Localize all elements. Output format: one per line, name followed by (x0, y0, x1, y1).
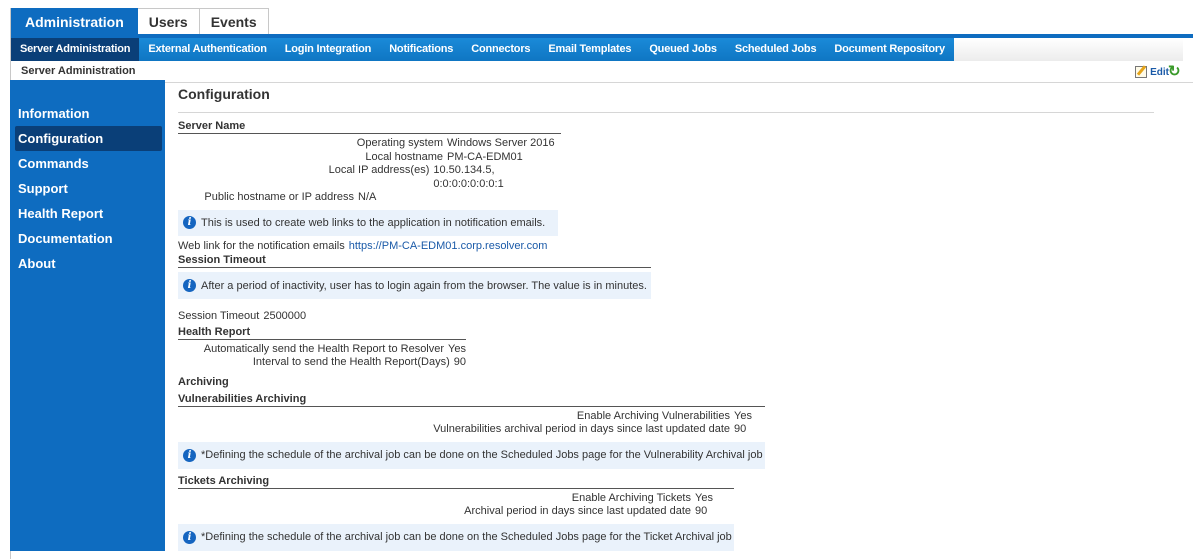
subnav-notifications[interactable]: Notifications (380, 38, 462, 61)
hostname-label: Local hostname (365, 150, 443, 163)
breadcrumb: Server Administration (21, 65, 136, 77)
edit-button[interactable]: Edit (1135, 66, 1169, 78)
info-icon: i (183, 216, 196, 229)
refresh-icon[interactable]: ↻ (1168, 64, 1183, 79)
public-host-row: Public hostname or IP address N/A (178, 191, 561, 205)
vuln-info-text: *Defining the schedule of the archival j… (201, 449, 763, 461)
weblink-info: i This is used to create web links to th… (178, 209, 558, 236)
tickets-period-value: 90 (695, 505, 708, 517)
vuln-enable-label: Enable Archiving Vulnerabilities (576, 409, 730, 422)
public-host-label: Public hostname or IP address (204, 191, 354, 203)
sidebar-item-commands[interactable]: Commands (10, 151, 165, 176)
subnav-document-repository[interactable]: Document Repository (825, 38, 954, 61)
tickets-enable-row: Enable Archiving Tickets Yes (178, 492, 734, 506)
health-interval-row: Interval to send the Health Report(Days)… (178, 356, 466, 370)
health-interval-value: 90 (453, 356, 466, 368)
tickets-enable-label: Enable Archiving Tickets (571, 491, 691, 504)
tickets-info-text: *Defining the schedule of the archival j… (201, 531, 732, 543)
health-auto-value: Yes (448, 342, 466, 355)
hostname-value: PM-CA-EDM01 (447, 150, 523, 163)
sidebar-item-support[interactable]: Support (10, 176, 165, 201)
archiving-section: Archiving Vulnerabilities Archiving Enab… (178, 376, 1158, 551)
ip-row: Local IP address(es) 10.50.134.5, 0:0:0:0… (178, 164, 561, 191)
sidebar-item-health-report[interactable]: Health Report (10, 201, 165, 226)
session-label: Session Timeout (178, 310, 260, 322)
edit-label: Edit (1150, 66, 1169, 78)
tickets-info: i *Defining the schedule of the archival… (178, 523, 734, 551)
subnav-queued-jobs[interactable]: Queued Jobs (640, 38, 725, 61)
archiving-heading: Archiving (178, 375, 229, 388)
server-name-heading: Server Name (178, 120, 561, 134)
tab-events[interactable]: Events (199, 8, 269, 34)
sidebar-item-about[interactable]: About (10, 251, 165, 276)
public-host-value: N/A (358, 191, 377, 203)
sidebar-item-configuration[interactable]: Configuration (15, 126, 162, 151)
vuln-info: i *Defining the schedule of the archival… (178, 441, 765, 469)
vuln-period-value: 90 (734, 423, 747, 435)
tickets-period-row: Archival period in days since last updat… (178, 505, 734, 519)
health-section: Health Report Automatically send the Hea… (178, 326, 466, 370)
vuln-period-label: Vulnerabilities archival period in days … (433, 423, 730, 435)
tab-administration[interactable]: Administration (11, 8, 138, 34)
sub-nav: Server Administration External Authentic… (11, 38, 1183, 61)
weblink-label: Web link for the notification emails (178, 239, 345, 252)
info-icon: i (183, 448, 196, 462)
ip-value: 10.50.134.5, 0:0:0:0:0:0:0:1 (433, 164, 504, 190)
main-content: Configuration Server Name Operating syst… (178, 86, 1158, 551)
session-heading: Session Timeout (178, 254, 651, 268)
weblink-row: Web link for the notification emails http… (178, 240, 561, 254)
tickets-period-label: Archival period in days since last updat… (464, 505, 691, 517)
session-value: 2500000 (263, 310, 307, 322)
sidebar-item-information[interactable]: Information (10, 101, 165, 126)
tickets-archiving-heading: Tickets Archiving (178, 475, 734, 489)
subnav-scheduled-jobs[interactable]: Scheduled Jobs (726, 38, 826, 61)
session-info: i After a period of inactivity, user has… (178, 272, 651, 299)
subnav-login-integration[interactable]: Login Integration (276, 38, 380, 61)
os-label: Operating system (356, 137, 443, 149)
subnav-external-authentication[interactable]: External Authentication (139, 38, 275, 61)
session-section: Session Timeout i After a period of inac… (178, 254, 651, 324)
subnav-email-templates[interactable]: Email Templates (539, 38, 640, 61)
subnav-filler (953, 38, 1183, 61)
tab-users[interactable]: Users (137, 8, 200, 34)
info-icon: i (183, 279, 196, 292)
health-auto-row: Automatically send the Health Report to … (178, 343, 466, 357)
tickets-enable-value: Yes (695, 491, 713, 504)
edit-icon (1135, 66, 1148, 78)
weblink-info-text: This is used to create web links to the … (201, 216, 546, 229)
tickets-archiving: Tickets Archiving Enable Archiving Ticke… (178, 475, 734, 551)
session-info-text: After a period of inactivity, user has t… (201, 279, 647, 292)
ip-label: Local IP address(es) (328, 164, 430, 176)
subnav-connectors[interactable]: Connectors (462, 38, 539, 61)
subnav-server-administration[interactable]: Server Administration (11, 38, 140, 61)
breadcrumb-bar: Server Administration Edit ↻ (11, 61, 1193, 83)
os-value: Windows Server 2016 (447, 137, 555, 149)
health-interval-label: Interval to send the Health Report(Days) (252, 356, 450, 368)
vuln-enable-row: Enable Archiving Vulnerabilities Yes (178, 410, 765, 424)
sidebar-item-documentation[interactable]: Documentation (10, 226, 165, 251)
info-icon: i (183, 530, 196, 544)
vuln-enable-value: Yes (734, 409, 752, 422)
hostname-row: Local hostname PM-CA-EDM01 (178, 151, 561, 165)
health-auto-label: Automatically send the Health Report to … (203, 342, 445, 355)
weblink-link[interactable]: https://PM-CA-EDM01.corp.resolver.com (349, 240, 548, 254)
vuln-archiving: Vulnerabilities Archiving Enable Archivi… (178, 393, 765, 469)
health-heading: Health Report (178, 326, 466, 340)
page-title: Configuration (178, 86, 1154, 113)
vuln-archiving-heading: Vulnerabilities Archiving (178, 393, 765, 407)
sidebar: Information Configuration Commands Suppo… (10, 80, 165, 551)
session-row: Session Timeout 2500000 (178, 310, 651, 324)
vuln-period-row: Vulnerabilities archival period in days … (178, 423, 765, 437)
top-tabs: Administration Users Events (11, 8, 269, 34)
server-section: Server Name Operating system Windows Serv… (178, 120, 561, 253)
os-row: Operating system Windows Server 2016 (178, 137, 561, 151)
